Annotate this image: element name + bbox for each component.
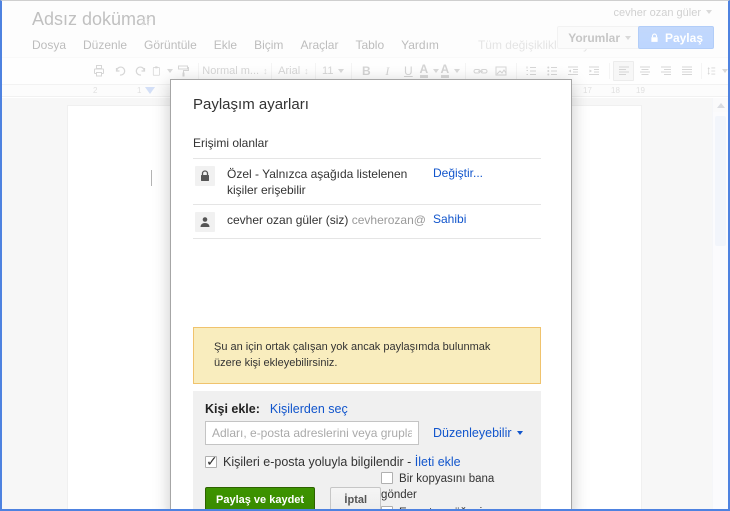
invite-input[interactable] (205, 421, 419, 446)
visibility-text: Özel - Yalnızca aşağıda listelenen kişil… (227, 167, 408, 198)
permission-dropdown[interactable]: Düzenleyebilir (433, 426, 523, 445)
access-heading: Erişimi olanlar (193, 136, 269, 150)
permission-value: Düzenleyebilir (433, 426, 512, 441)
change-visibility-link[interactable]: Değiştir... (433, 166, 483, 180)
send-copy-checkbox[interactable] (381, 472, 394, 485)
share-save-button[interactable]: Paylaş ve kaydet (205, 487, 316, 509)
app-window: Adsız doküman cevher ozan güler DosyaDüz… (0, 0, 730, 511)
sharing-settings-dialog: Paylaşım ayarları Erişimi olanlar Özel -… (170, 79, 572, 509)
paste-item-checkbox[interactable] (381, 506, 394, 509)
cancel-button[interactable]: İptal (330, 487, 382, 509)
chevron-down-icon (516, 431, 523, 436)
dialog-buttons: Paylaş ve kaydet İptal (205, 487, 382, 509)
notify-label: Kişileri e-posta yoluyla bilgilendir - (223, 455, 412, 470)
choose-from-contacts-link[interactable]: Kişilerden seç (270, 402, 348, 416)
add-people-label: Kişi ekle: (205, 402, 260, 417)
owner-text: cevher ozan güler (siz) cevherozan@gmail… (227, 212, 425, 228)
access-row-visibility: Özel - Yalnızca aşağıda listelenen kişil… (193, 159, 541, 206)
extra-options: Bir kopyasını bana gönder E-postaya öğen… (381, 471, 529, 509)
owner-email: cevherozan@gmail.... (351, 213, 425, 228)
send-copy-label: Bir kopyasını bana gönder (381, 473, 495, 502)
access-row-owner: cevher ozan güler (siz) cevherozan@gmail… (193, 205, 541, 240)
access-list: Özel - Yalnızca aşağıda listelenen kişil… (193, 158, 541, 240)
add-message-link[interactable]: İleti ekle (415, 455, 461, 469)
notify-checkbox[interactable] (205, 453, 218, 470)
owner-role-link[interactable]: Sahibi (433, 212, 466, 226)
dialog-spacer (193, 239, 541, 327)
add-people-section: Kişi ekle:Kişilerden seç Düzenleyebilir … (193, 391, 541, 509)
notify-row: Kişileri e-posta yoluyla bilgilendir - İ… (205, 453, 529, 470)
dialog-title: Paylaşım ayarları (193, 96, 309, 113)
owner-name: cevher ozan güler (siz) (227, 213, 349, 228)
collaborator-notice: Şu an için ortak çalışan yok ancak payla… (193, 327, 541, 385)
lock-icon (195, 166, 215, 186)
paste-item-label: E-postaya öğenin kendisini yapıştır (381, 507, 489, 509)
person-icon (195, 212, 215, 233)
